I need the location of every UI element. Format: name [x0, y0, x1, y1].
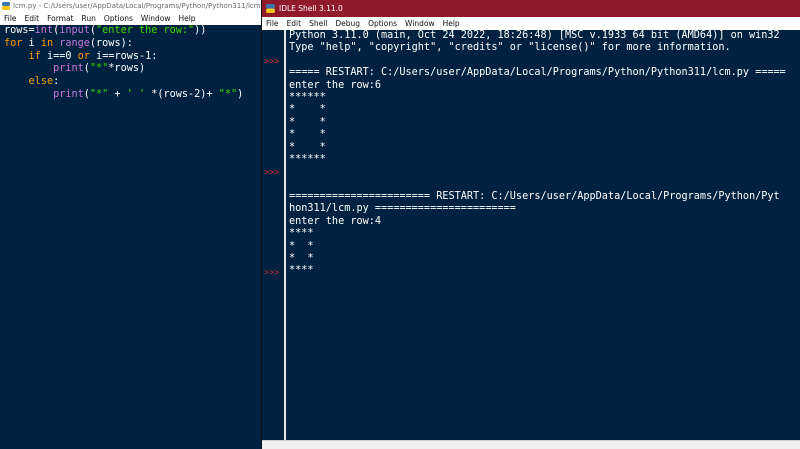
prompt-gutter: >>> >>> >>>: [262, 30, 284, 440]
editor-menu-run[interactable]: Run: [78, 14, 100, 23]
editor-menu-format[interactable]: Format: [43, 14, 77, 23]
shell-titlebar[interactable]: IDLE Shell 3.11.0: [262, 0, 800, 17]
shell-line: * *: [289, 129, 326, 141]
code-line: else:: [28, 76, 60, 88]
shell-output[interactable]: Python 3.11.0 (main, Oct 24 2022, 18:26:…: [286, 30, 800, 440]
shell-line: hon311/lcm.py =======================: [289, 203, 516, 215]
editor-menu-options[interactable]: Options: [100, 14, 137, 23]
shell-menu-debug[interactable]: Debug: [331, 19, 364, 28]
shell-line: * *: [289, 116, 326, 128]
shell-line: * *: [289, 253, 314, 265]
code-line: for i in range(rows):: [4, 37, 133, 49]
shell-prompt: >>>: [264, 168, 280, 179]
editor-menu-help[interactable]: Help: [174, 14, 199, 23]
shell-menu-options[interactable]: Options: [364, 19, 401, 28]
shell-line: Type "help", "copyright", "credits" or "…: [289, 42, 731, 54]
shell-line: ===== RESTART: C:/Users/user/AppData/Loc…: [289, 67, 786, 79]
python-icon: [2, 2, 10, 10]
status-bar: [262, 440, 800, 449]
shell-line: ****: [289, 228, 314, 240]
editor-menu-edit[interactable]: Edit: [21, 14, 44, 23]
shell-title: IDLE Shell 3.11.0: [279, 4, 343, 13]
shell-prompt: >>>: [264, 56, 280, 67]
shell-line: ******: [289, 153, 326, 165]
code-line: rows=int(input("enter the row:")): [4, 25, 207, 36]
code-line: print("*" + ' ' *(rows-2)+ "*"): [53, 88, 244, 100]
shell-menu-help[interactable]: Help: [439, 19, 464, 28]
editor-titlebar[interactable]: lcm.py - C:/Users/user/AppData/Local/Pro…: [0, 0, 261, 12]
shell-window: IDLE Shell 3.11.0 File Edit Shell Debug Opti…: [261, 0, 800, 449]
shell-line: * *: [289, 240, 314, 252]
code-editor[interactable]: rows=int(input("enter the row:")) for i i…: [0, 25, 261, 449]
python-icon: [266, 4, 275, 13]
shell-line: * *: [289, 104, 326, 116]
editor-menubar: File Edit Format Run Options Window Help: [0, 12, 261, 25]
editor-window: lcm.py - C:/Users/user/AppData/Local/Pro…: [0, 0, 261, 449]
shell-menu-edit[interactable]: Edit: [283, 19, 306, 28]
editor-title: lcm.py - C:/Users/user/AppData/Local/Pro…: [13, 2, 261, 10]
shell-prompt: >>>: [264, 267, 280, 278]
shell-line: * *: [289, 141, 326, 153]
editor-menu-file[interactable]: File: [0, 14, 21, 23]
shell-menu-window[interactable]: Window: [401, 19, 439, 28]
shell-line: ******: [289, 91, 326, 103]
shell-line: ======================= RESTART: C:/User…: [289, 191, 780, 203]
shell-line: enter the row:6: [289, 79, 382, 91]
code-line: print("*"*rows): [53, 63, 146, 75]
shell-menubar: File Edit Shell Debug Options Window Help: [262, 17, 800, 30]
shell-menu-shell[interactable]: Shell: [305, 19, 331, 28]
shell-line: enter the row:4: [289, 215, 382, 227]
shell-line: Python 3.11.0 (main, Oct 24 2022, 18:26:…: [289, 30, 780, 41]
code-line: if i==0 or i==rows-1:: [28, 50, 158, 62]
shell-menu-file[interactable]: File: [262, 19, 283, 28]
editor-menu-window[interactable]: Window: [137, 14, 175, 23]
shell-line: ****: [289, 265, 314, 277]
